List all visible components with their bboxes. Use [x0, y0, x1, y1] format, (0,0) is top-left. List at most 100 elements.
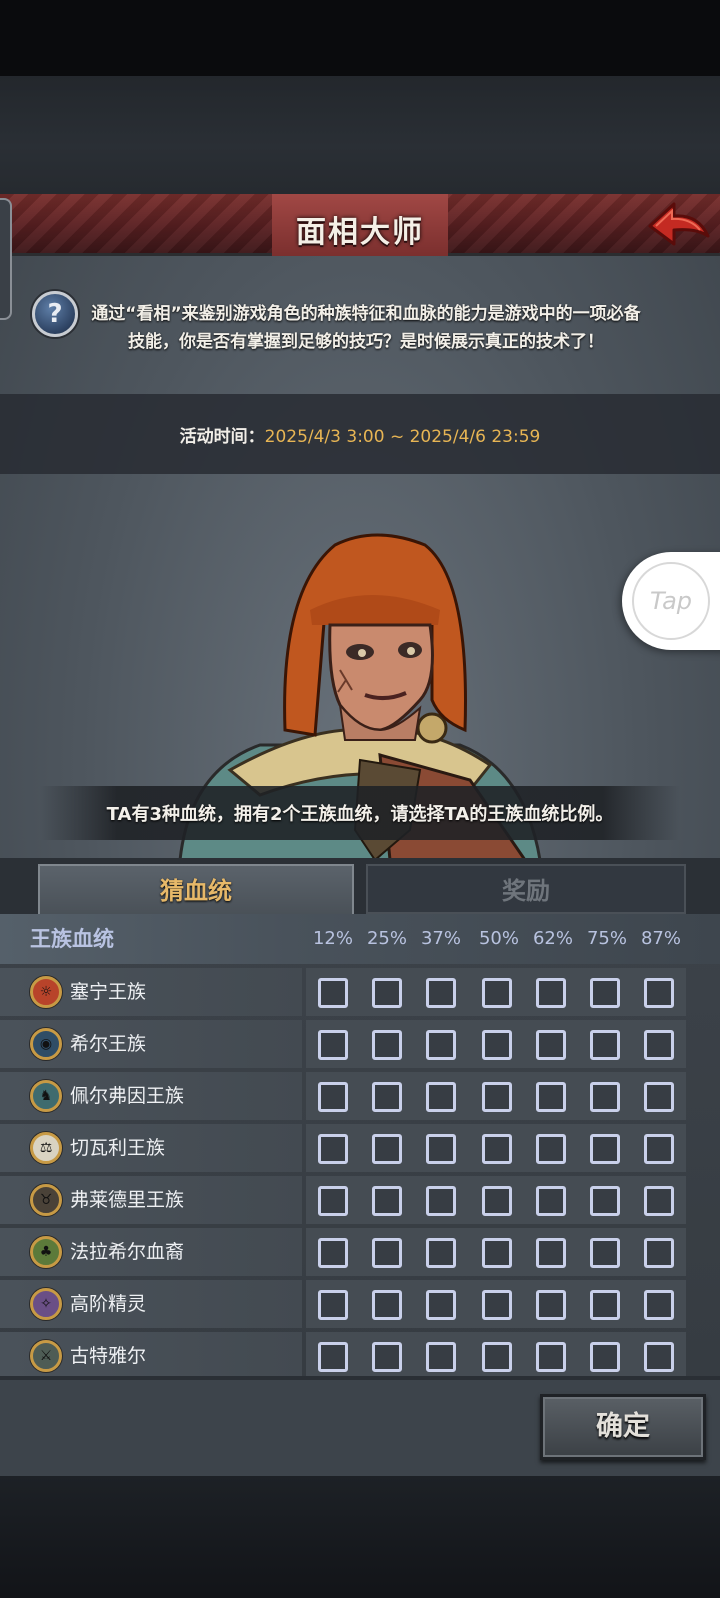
intro-text: 通过“看相”来鉴别游戏角色的种族特征和血脉的能力是游戏中的一项必备技能，你是否有…: [91, 304, 641, 352]
percentage-checkbox[interactable]: [590, 978, 620, 1008]
bloodline-name: 法拉希尔血裔: [70, 1241, 185, 1263]
status-bar: [0, 0, 720, 76]
percentage-checkbox[interactable]: [372, 1342, 402, 1372]
percentage-checkbox[interactable]: [426, 1186, 456, 1216]
pct-header: 75%: [586, 928, 627, 949]
question-text: TA有3种血统，拥有2个王族血统，请选择TA的王族血统比例。: [106, 804, 614, 825]
percentage-checkbox[interactable]: [644, 1030, 674, 1060]
percentage-checkbox[interactable]: [482, 1186, 512, 1216]
bloodline-name: 佩尔弗因王族: [70, 1085, 185, 1107]
percentage-checkbox[interactable]: [482, 978, 512, 1008]
percentage-checkbox[interactable]: [644, 978, 674, 1008]
percentage-checkbox[interactable]: [318, 1342, 348, 1372]
bloodline-name: 希尔王族: [70, 1033, 147, 1055]
percentage-checkbox[interactable]: [426, 1082, 456, 1112]
tab-rewards[interactable]: 奖励: [366, 864, 686, 914]
percentage-checkbox[interactable]: [372, 1082, 402, 1112]
percentage-checkbox[interactable]: [372, 978, 402, 1008]
percentage-checkbox[interactable]: [536, 1134, 566, 1164]
percentage-checkbox[interactable]: [536, 978, 566, 1008]
percentage-checkbox[interactable]: [372, 1186, 402, 1216]
percentage-checkbox[interactable]: [644, 1342, 674, 1372]
table-row: ☼ 塞宁王族: [0, 966, 720, 1018]
percentage-checkbox[interactable]: [644, 1134, 674, 1164]
bottom-backdrop: [0, 1476, 720, 1598]
percentage-checkbox[interactable]: [644, 1290, 674, 1320]
tab-guess-bloodline[interactable]: 猜血统: [38, 864, 354, 914]
percentage-checkbox[interactable]: [318, 1030, 348, 1060]
percentage-checkbox[interactable]: [482, 1238, 512, 1268]
percentage-checkbox[interactable]: [536, 1030, 566, 1060]
back-arrow-icon: [648, 202, 710, 246]
wolf-crest-icon: ♞: [30, 1080, 62, 1112]
help-icon[interactable]: ?: [32, 291, 78, 337]
percentage-checkbox[interactable]: [590, 1290, 620, 1320]
bloodline-name: 高阶精灵: [70, 1293, 147, 1315]
percentage-checkbox[interactable]: [590, 1238, 620, 1268]
table-row: ◉ 希尔王族: [0, 1018, 720, 1070]
percentage-checkbox[interactable]: [482, 1082, 512, 1112]
crest-glyph: ⚔: [39, 1348, 53, 1364]
axe-crest-icon: ⚔: [30, 1340, 62, 1372]
percentage-checkbox[interactable]: [318, 1134, 348, 1164]
percentage-checkbox[interactable]: [482, 1290, 512, 1320]
percentage-checkbox[interactable]: [372, 1290, 402, 1320]
crest-glyph: ☼: [39, 984, 53, 1000]
back-button[interactable]: [646, 200, 712, 250]
percentage-checkbox[interactable]: [318, 1082, 348, 1112]
percentage-checkbox[interactable]: [318, 1238, 348, 1268]
percentage-checkbox[interactable]: [536, 1238, 566, 1268]
table-row: ⚖ 切瓦利王族: [0, 1122, 720, 1174]
crest-glyph: ♉: [39, 1192, 53, 1208]
tap-floating-button[interactable]: Tap: [622, 552, 720, 650]
percentage-checkbox[interactable]: [536, 1290, 566, 1320]
pct-header: 87%: [640, 928, 681, 949]
percentage-checkbox[interactable]: [482, 1342, 512, 1372]
percentage-checkbox[interactable]: [590, 1082, 620, 1112]
percentage-checkbox[interactable]: [536, 1186, 566, 1216]
percentage-checkbox[interactable]: [426, 1134, 456, 1164]
percentage-checkbox[interactable]: [590, 1186, 620, 1216]
event-time-label: 活动时间：: [179, 427, 265, 447]
percentage-checkbox[interactable]: [482, 1030, 512, 1060]
percentage-checkbox[interactable]: [590, 1030, 620, 1060]
percentage-checkbox[interactable]: [318, 978, 348, 1008]
pct-header: 50%: [478, 928, 519, 949]
pct-header: 37%: [420, 928, 461, 949]
percentage-checkbox[interactable]: [590, 1134, 620, 1164]
crest-glyph: ◉: [39, 1036, 53, 1052]
percentage-checkbox[interactable]: [644, 1082, 674, 1112]
pct-header: 12%: [312, 928, 353, 949]
percentage-checkbox[interactable]: [644, 1186, 674, 1216]
percentage-checkbox[interactable]: [318, 1186, 348, 1216]
percentage-checkbox[interactable]: [590, 1342, 620, 1372]
bloodline-name: 古特雅尔: [70, 1345, 147, 1367]
percentage-checkbox[interactable]: [318, 1290, 348, 1320]
pct-header: 62%: [532, 928, 573, 949]
percentage-checkbox[interactable]: [372, 1134, 402, 1164]
top-backdrop: [0, 76, 720, 194]
percentage-checkbox[interactable]: [426, 1342, 456, 1372]
crest-glyph: ♣: [39, 1244, 53, 1260]
helmet-crest-icon: ◉: [30, 1028, 62, 1060]
side-handle[interactable]: [0, 198, 12, 320]
crest-glyph: ♞: [39, 1088, 53, 1104]
percentage-checkbox[interactable]: [372, 1238, 402, 1268]
event-time-value: 2025/4/3 3:00 ~ 2025/4/6 23:59: [264, 427, 541, 447]
percentage-checkbox[interactable]: [372, 1030, 402, 1060]
bloodline-name: 切瓦利王族: [70, 1137, 166, 1159]
percentage-checkbox[interactable]: [426, 978, 456, 1008]
percentage-checkbox[interactable]: [482, 1134, 512, 1164]
tap-label: Tap: [632, 562, 710, 640]
table-header: 王族血统 12% 25% 37% 50% 62% 75% 87%: [0, 914, 720, 964]
confirm-button[interactable]: 确定: [540, 1394, 706, 1460]
table-row: ♞ 佩尔弗因王族: [0, 1070, 720, 1122]
tree-crest-icon: ♣: [30, 1236, 62, 1268]
percentage-checkbox[interactable]: [644, 1238, 674, 1268]
percentage-checkbox[interactable]: [426, 1238, 456, 1268]
percentage-checkbox[interactable]: [426, 1290, 456, 1320]
percentage-checkbox[interactable]: [426, 1030, 456, 1060]
percentage-checkbox[interactable]: [536, 1342, 566, 1372]
percentage-checkbox[interactable]: [536, 1082, 566, 1112]
bloodline-name: 弗莱德里王族: [70, 1189, 185, 1211]
